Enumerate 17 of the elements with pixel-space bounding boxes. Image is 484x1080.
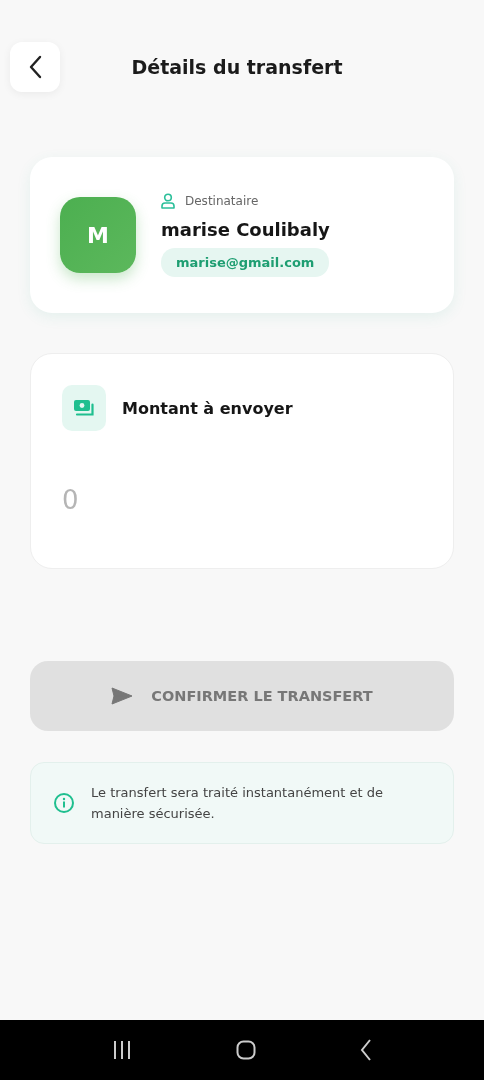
home-icon[interactable] [236, 1040, 256, 1060]
info-text: Le transfert sera traité instantanément et de manière sécurisée. [91, 784, 384, 823]
person-icon [161, 193, 175, 209]
back-icon [28, 55, 42, 79]
amount-label: Montant à envoyer [122, 398, 293, 418]
info-icon [53, 792, 75, 814]
avatar: M [60, 197, 136, 273]
recipient-label: Destinataire [185, 194, 259, 208]
recipient-name: marise Coulibaly [161, 219, 330, 240]
recipient-email: marise@gmail.com [161, 248, 330, 277]
back-button[interactable] [10, 42, 60, 92]
recent-apps-icon[interactable] [112, 1040, 132, 1060]
money-icon [62, 385, 106, 431]
amount-field[interactable]: 0 [62, 485, 262, 515]
back-icon[interactable] [360, 1039, 372, 1061]
send-icon [111, 687, 134, 705]
page-title: Détails du transfert [130, 56, 344, 78]
